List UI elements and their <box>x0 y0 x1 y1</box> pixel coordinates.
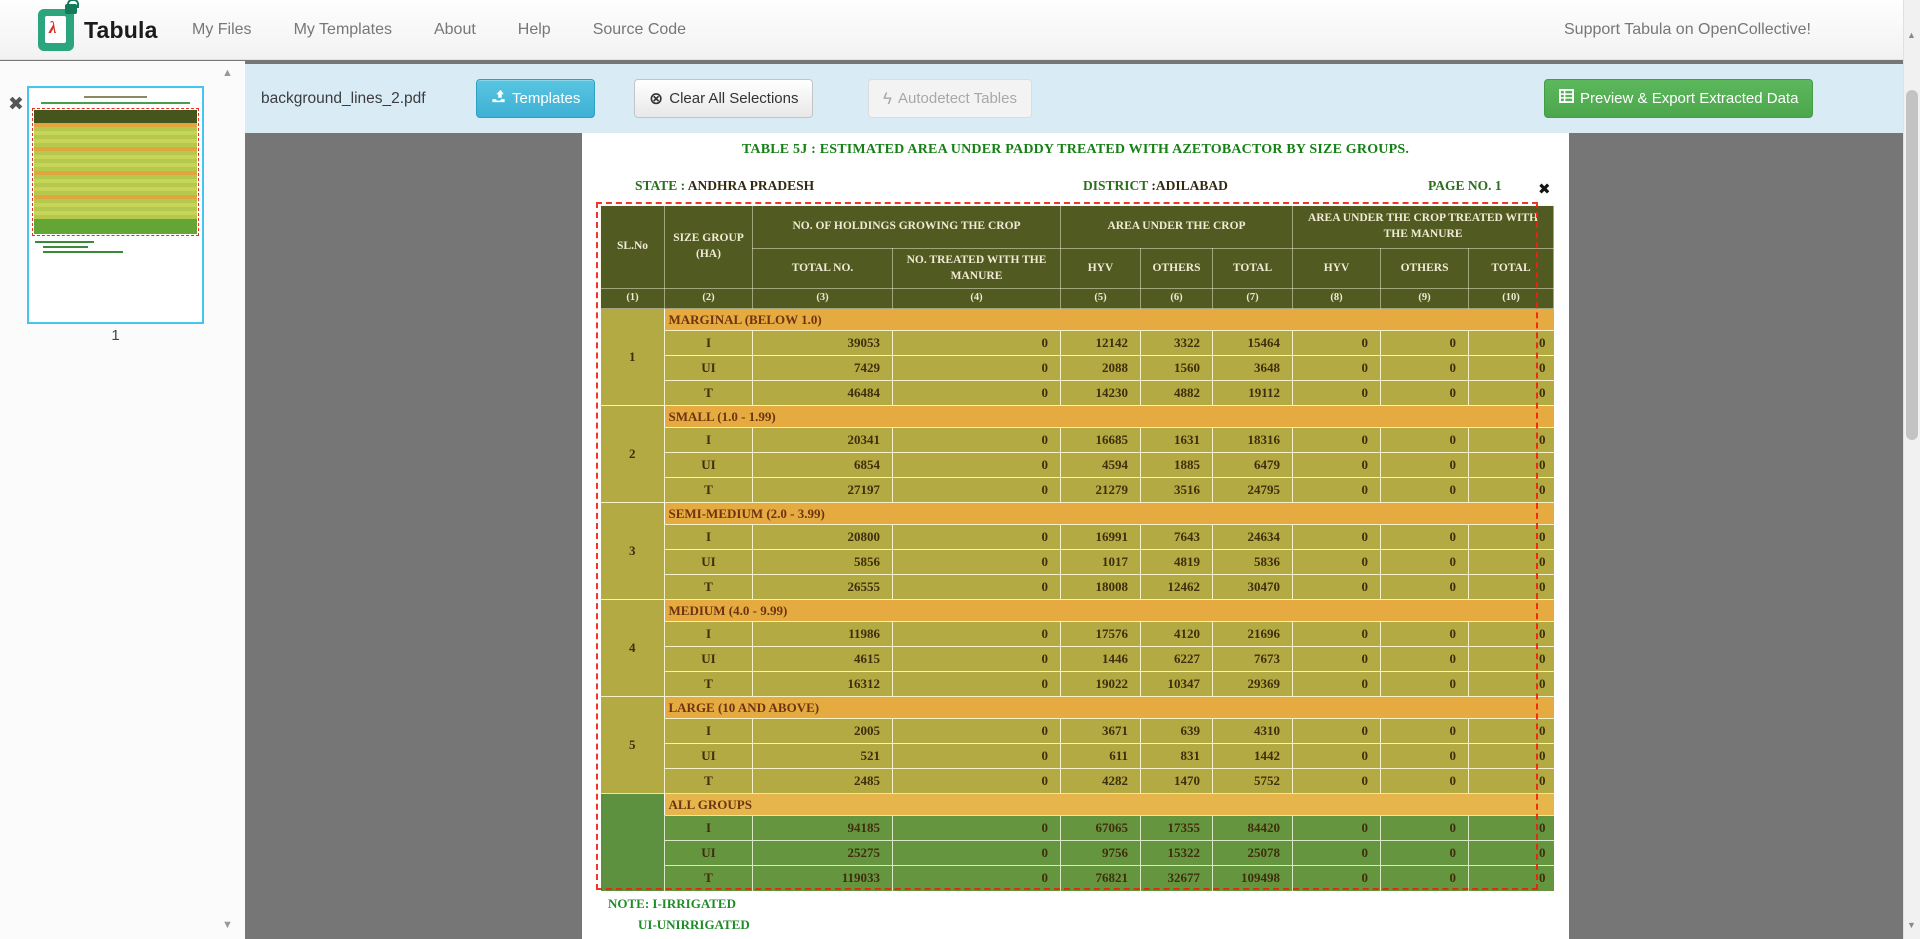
district-label: DISTRICT <box>1083 178 1148 193</box>
district-field: DISTRICT :ADILABAD <box>1083 178 1228 194</box>
thumb-note-line <box>43 246 88 248</box>
clear-button-label: Clear All Selections <box>669 80 798 117</box>
clear-circle-x-icon: ⊗ <box>649 80 663 117</box>
scrollbar-thumb[interactable] <box>1906 90 1918 440</box>
tabula-logo-icon: λ <box>38 9 74 51</box>
scrollbar-down-icon[interactable]: ▼ <box>1907 920 1916 930</box>
nav-item-source-code[interactable]: Source Code <box>593 21 686 39</box>
preview-export-button[interactable]: Preview & Export Extracted Data <box>1544 79 1813 118</box>
nav-item-my-files[interactable]: My Files <box>192 21 252 39</box>
remove-page-icon[interactable]: ✖ <box>8 93 24 116</box>
autodetect-button-label: Autodetect Tables <box>898 80 1017 117</box>
selection-close-icon[interactable]: ✖ <box>1538 180 1551 198</box>
page-sidebar: ✖ 1 ▲ ▼ <box>0 61 245 939</box>
templates-button-label: Templates <box>512 80 580 117</box>
nav-menu: My Files My Templates About Help Source … <box>192 0 686 60</box>
state-label: STATE : <box>635 178 685 193</box>
thumb-title-line <box>84 96 146 98</box>
document-filename: background_lines_2.pdf <box>261 64 426 133</box>
nav-item-about[interactable]: About <box>434 21 476 39</box>
main-scrollbar[interactable]: ▲ ▼ <box>1903 0 1920 939</box>
page-no-label: PAGE NO. 1 <box>1428 178 1502 193</box>
page-no-field: PAGE NO. 1 <box>1428 178 1502 194</box>
note-line-1: NOTE: I-IRRIGATED <box>608 896 736 912</box>
note-line-2: UI-UNIRRIGATED <box>638 917 750 933</box>
support-link[interactable]: Support Tabula on OpenCollective! <box>1564 0 1811 60</box>
nav-item-help[interactable]: Help <box>518 21 551 39</box>
toolbar: background_lines_2.pdf Templates ⊗ Clear… <box>245 64 1920 133</box>
table-selection-box[interactable] <box>596 202 1538 890</box>
thumb-note-line <box>43 251 123 253</box>
clear-all-selections-button[interactable]: ⊗ Clear All Selections <box>634 79 813 118</box>
lock-icon <box>65 4 77 14</box>
brand-name: Tabula <box>84 17 158 44</box>
nav-item-my-templates[interactable]: My Templates <box>294 21 392 39</box>
top-navbar: λ Tabula My Files My Templates About Hel… <box>0 0 1920 60</box>
page-thumbnail[interactable] <box>27 86 204 324</box>
brand[interactable]: λ Tabula <box>38 9 158 51</box>
templates-button[interactable]: Templates <box>476 79 595 118</box>
scrollbar-up-icon[interactable]: ▲ <box>1907 30 1916 40</box>
thumbnail-page-number: 1 <box>27 327 204 344</box>
sidebar-scroll-up-icon[interactable]: ▲ <box>222 67 233 79</box>
lightning-icon: ϟ <box>883 80 892 117</box>
pdf-canvas[interactable]: TABLE 5J : ESTIMATED AREA UNDER PADDY TR… <box>245 133 1903 939</box>
table-grid-icon <box>1559 80 1574 117</box>
templates-import-icon <box>491 80 506 117</box>
district-value: :ADILABAD <box>1148 178 1228 193</box>
sidebar-scroll-down-icon[interactable]: ▼ <box>222 919 233 931</box>
thumb-selection-outline <box>32 108 199 236</box>
thumb-note-line <box>35 241 94 243</box>
export-button-label: Preview & Export Extracted Data <box>1580 80 1798 117</box>
document-title: TABLE 5J : ESTIMATED AREA UNDER PADDY TR… <box>582 142 1569 158</box>
state-value: ANDHRA PRADESH <box>685 178 814 193</box>
autodetect-tables-button[interactable]: ϟ Autodetect Tables <box>868 79 1032 118</box>
state-field: STATE : ANDHRA PRADESH <box>635 178 814 194</box>
thumb-subtitle-line <box>41 102 190 104</box>
